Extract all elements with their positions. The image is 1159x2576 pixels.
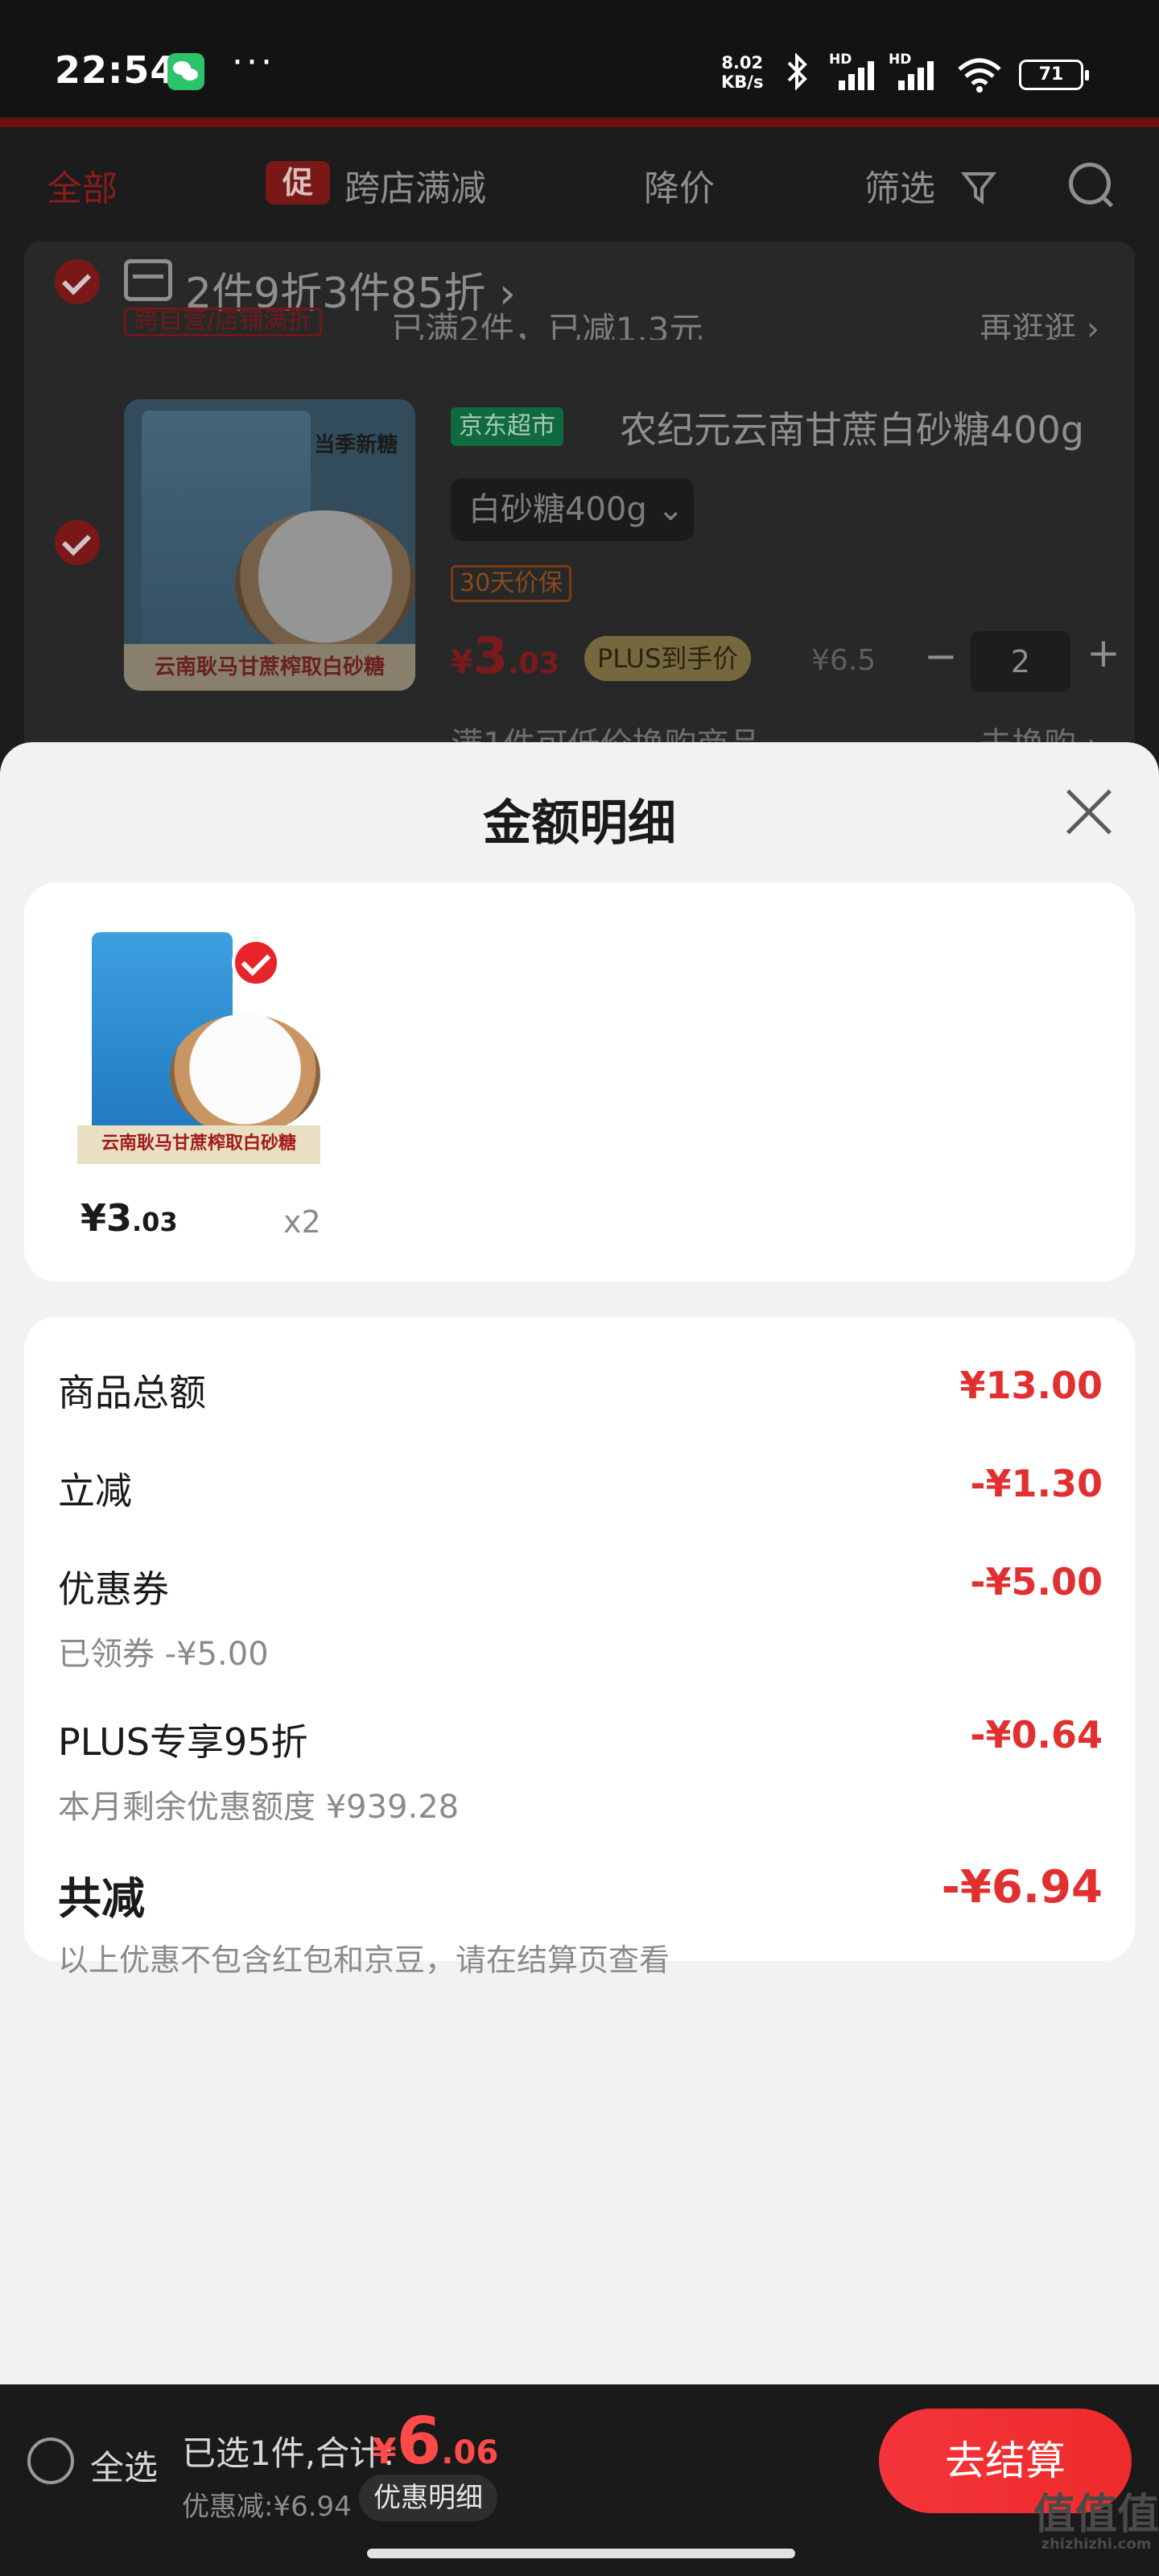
quantity-input[interactable]: 2 [971,631,1070,692]
price-protection-tag: 30天价保 [451,565,572,602]
funnel-icon[interactable] [960,171,997,206]
coupon-label: 优惠券 [58,1567,169,1611]
selected-count-text: 已选1件,合计: [182,2434,395,2473]
coupon-sub: 已领券 -¥5.00 [58,1636,269,1673]
item-image-banner: 云南耿马甘蔗榨取白砂糖 [77,1125,320,1164]
wifi-icon [956,56,1003,93]
instant-discount-label: 立减 [58,1469,132,1513]
battery-icon: 71 [1019,60,1089,90]
product-price: ¥3.03 [451,626,559,685]
tab-filter[interactable]: 筛选 [864,159,935,211]
watermark: 值值值 zhizhizhi.com [1033,2491,1159,2553]
more-notifications-icon: ··· [232,42,275,83]
header-accent-line [0,118,1159,127]
hd-label: HD [829,52,852,68]
select-all-radio[interactable] [27,2438,74,2484]
subtotal-value: ¥13.00 [959,1364,1103,1407]
wechat-icon [167,53,204,90]
close-icon[interactable] [1064,787,1114,837]
selected-items-card: 云南耿马甘蔗榨取白砂糖 ¥3.03 x2 [24,882,1135,1282]
home-indicator[interactable] [367,2549,795,2558]
total-discount-label: 共减 [58,1873,145,1924]
plus-price-tag: PLUS到手价 [584,636,752,681]
tab-all[interactable]: 全部 [47,159,118,211]
promo-badge: 促 [266,161,330,204]
promo-more-link[interactable]: 再逛逛 › [980,303,1099,340]
network-speed-value: 8.02 [721,53,764,72]
hd-label-2: HD [889,52,912,68]
checkout-bar: 全选 已选1件,合计: ¥6.06 优惠减:¥6.94 优惠明细 去结算 值值值… [0,2384,1159,2576]
status-bar: 22:54 ··· 8.02 KB/s HD HD 71 [0,0,1159,118]
jd-supermarket-tag: 京东超市 [451,407,563,446]
select-all-label[interactable]: 全选 [90,2441,158,2490]
amount-summary-card: 商品总额 ¥13.00 立减 -¥1.30 优惠券 已领券 -¥5.00 -¥5… [24,1317,1135,1978]
variant-select[interactable]: 白砂糖400g ⌄ [451,478,694,541]
plus-discount-label: PLUS专享95折 [58,1720,308,1764]
product-name[interactable]: 农纪元云南甘蔗白砂糖400g [620,401,1084,454]
tab-price-drop[interactable]: 降价 [644,159,715,211]
search-icon[interactable] [1066,159,1117,211]
total-price: ¥6.06 [372,2404,499,2479]
promo-tag: 跨自营/店铺满折 [124,308,323,336]
product-image[interactable]: 当季新糖 云南耿马甘蔗榨取白砂糖 [124,399,415,691]
signal-strength-icon: HD [829,52,882,93]
coupon-value: -¥5.00 [970,1560,1103,1604]
group-check-icon[interactable] [55,259,100,304]
item-quantity: x2 [283,1204,321,1240]
subtotal-label: 商品总额 [58,1371,206,1414]
network-speed: 8.02 KB/s [721,53,763,92]
shop-icon [124,259,172,301]
total-discount-note: 以上优惠不包含红包和京豆，请在结算页查看 [58,1942,670,1978]
item-check-icon[interactable] [55,520,100,565]
item-image: 云南耿马甘蔗榨取白砂糖 [77,923,320,1164]
sheet-title: 金额明细 [483,795,676,852]
product-image-new-label: 当季新糖 [314,433,398,458]
network-speed-unit: KB/s [721,72,764,92]
item-price: ¥3.03 [80,1196,178,1240]
discount-amount-text: 优惠减:¥6.94 [182,2491,352,2523]
status-time: 22:54 [55,48,177,92]
promo-status: 已满2件，已减1.3元 [391,310,703,340]
product-image-banner: 云南耿马甘蔗榨取白砂糖 [124,644,415,691]
quantity-minus-button[interactable]: − [924,633,958,679]
signal-strength-icon-2: HD [889,52,942,93]
discount-detail-button[interactable]: 优惠明细 [359,2475,497,2521]
plus-discount-value: -¥0.64 [970,1713,1103,1757]
total-discount-value: -¥6.94 [941,1861,1103,1913]
instant-discount-value: -¥1.30 [970,1462,1103,1505]
amount-detail-sheet: 金额明细 云南耿马甘蔗榨取白砂糖 ¥3.03 x2 商品总额 ¥13.00 立减… [0,742,1159,2384]
item-selected-check-icon [232,939,280,987]
original-price: ¥6.5 [811,644,876,677]
bluetooth-icon [784,52,811,98]
cart-filter-bar: 全部 促 跨店满减 降价 筛选 [0,127,1159,240]
tab-cross-store-discount[interactable]: 跨店满减 [344,159,486,211]
plus-quota-sub: 本月剩余优惠额度 ¥939.28 [58,1789,460,1826]
quantity-plus-button[interactable]: + [1087,630,1120,676]
cart-store-group: 2件9折3件85折 › 跨自营/店铺满折 已满2件，已减1.3元 再逛逛 › 当… [24,242,1135,773]
